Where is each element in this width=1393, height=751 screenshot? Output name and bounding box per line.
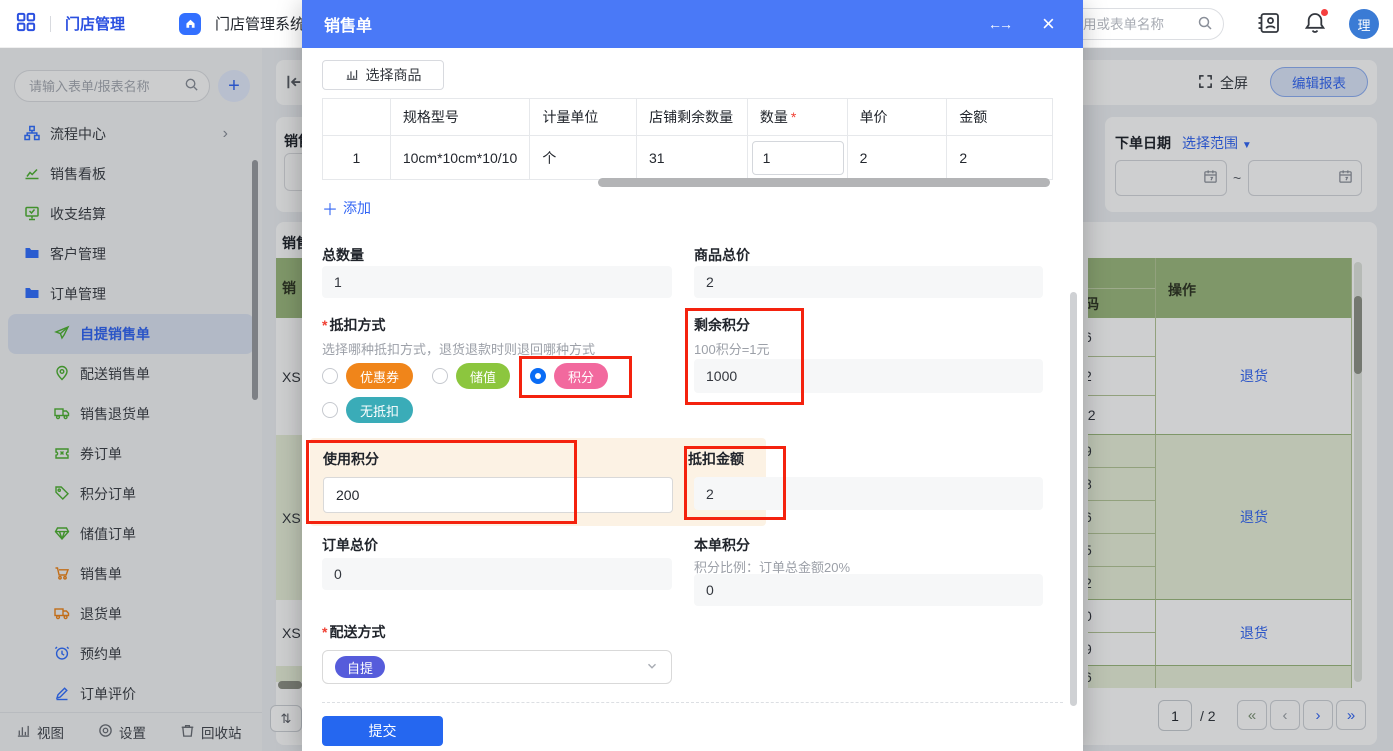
select-product-label: 选择商品 bbox=[365, 67, 422, 83]
notification-dot bbox=[1321, 8, 1328, 16]
contacts-icon[interactable] bbox=[1257, 11, 1281, 38]
row-qty-cell bbox=[747, 135, 848, 179]
goods-total-label: 商品总价 bbox=[694, 247, 750, 263]
no-deduction-pill: 无抵扣 bbox=[346, 397, 414, 423]
select-product-button[interactable]: 选择商品 bbox=[322, 60, 444, 90]
qty-input[interactable] bbox=[751, 140, 844, 175]
row-unit: 个 bbox=[530, 135, 637, 179]
price-column: 单价 bbox=[848, 99, 948, 135]
close-icon[interactable]: × bbox=[1042, 0, 1055, 48]
radio-icon[interactable] bbox=[432, 368, 448, 384]
stock-column: 店铺剩余数量 bbox=[637, 99, 748, 135]
goods-total-value: 2 bbox=[694, 266, 1043, 298]
table-horizontal-scrollbar-thumb[interactable] bbox=[598, 178, 1050, 187]
amount-column: 金额 bbox=[959, 109, 988, 125]
row-spec: 10cm*10cm*10/10 bbox=[390, 135, 531, 179]
spec-column: 规格型号 bbox=[391, 99, 531, 135]
total-qty-label: 总数量 bbox=[322, 247, 364, 263]
row-stock: 31 bbox=[637, 135, 748, 179]
add-row-button[interactable]: ＋添加 bbox=[322, 196, 371, 220]
qty-column: 数量 * bbox=[748, 99, 848, 135]
delivery-tag: 自提 bbox=[335, 656, 386, 678]
apps-grid-icon[interactable] bbox=[16, 12, 36, 35]
modal-title: 销售单 bbox=[324, 18, 373, 35]
coupon-pill: 优惠券 bbox=[346, 363, 414, 389]
notification-bell-icon[interactable] bbox=[1303, 8, 1328, 38]
row-amount: 2 bbox=[947, 135, 1052, 179]
radio-icon[interactable] bbox=[322, 402, 338, 418]
unit-column: 计量单位 bbox=[530, 99, 638, 135]
submit-button[interactable]: 提交 bbox=[322, 716, 443, 746]
divider bbox=[50, 15, 51, 32]
radio-option-no-deduction[interactable]: 无抵扣 bbox=[322, 397, 414, 423]
app-name: 门店管理系统 bbox=[215, 16, 306, 33]
order-points-value: 0 bbox=[694, 574, 1043, 606]
row-index: 1 bbox=[323, 135, 391, 179]
annotation-points-radio bbox=[519, 356, 632, 398]
delivery-label: * 配送方式 bbox=[322, 624, 386, 640]
radio-option-coupon[interactable]: 优惠券 bbox=[322, 363, 414, 389]
order-total-value: 0 bbox=[322, 558, 672, 590]
product-table: 规格型号 计量单位 店铺剩余数量 数量 * 单价 金额 1 10cm*10cm*1… bbox=[322, 98, 1053, 180]
order-points-label: 本单积分 bbox=[694, 537, 750, 553]
total-qty-value: 1 bbox=[322, 266, 672, 298]
brand-title[interactable]: 门店管理 bbox=[65, 13, 125, 34]
add-row-label: 添加 bbox=[343, 200, 372, 216]
deduction-label: * 抵扣方式 bbox=[322, 317, 386, 333]
row-price: 2 bbox=[847, 135, 948, 179]
product-table-header: 规格型号 计量单位 店铺剩余数量 数量 * 单价 金额 bbox=[323, 99, 1052, 135]
avatar[interactable]: 理 bbox=[1349, 9, 1379, 39]
order-total-label: 订单总价 bbox=[322, 537, 378, 553]
stored-value-pill: 储值 bbox=[456, 363, 511, 389]
modal-scrollbar-thumb[interactable] bbox=[1070, 292, 1077, 706]
modal-header: 销售单 ←→ × bbox=[302, 0, 1083, 48]
search-icon bbox=[1197, 15, 1213, 34]
chevron-down-icon bbox=[645, 659, 659, 676]
home-icon[interactable] bbox=[179, 12, 202, 35]
index-column bbox=[323, 99, 391, 135]
radio-option-stored-value[interactable]: 储值 bbox=[432, 363, 511, 389]
annotation-remaining-points bbox=[685, 308, 804, 405]
footer-divider bbox=[322, 702, 1063, 703]
annotation-use-points bbox=[306, 440, 577, 524]
product-table-row: 1 10cm*10cm*10/10 个 31 2 2 bbox=[323, 135, 1052, 179]
resize-icon[interactable]: ←→ bbox=[988, 0, 1013, 48]
bar-chart-icon bbox=[345, 67, 359, 84]
delivery-select[interactable]: 自提 bbox=[322, 650, 672, 684]
radio-icon[interactable] bbox=[322, 368, 338, 384]
annotation-deduct-amount bbox=[684, 446, 786, 520]
